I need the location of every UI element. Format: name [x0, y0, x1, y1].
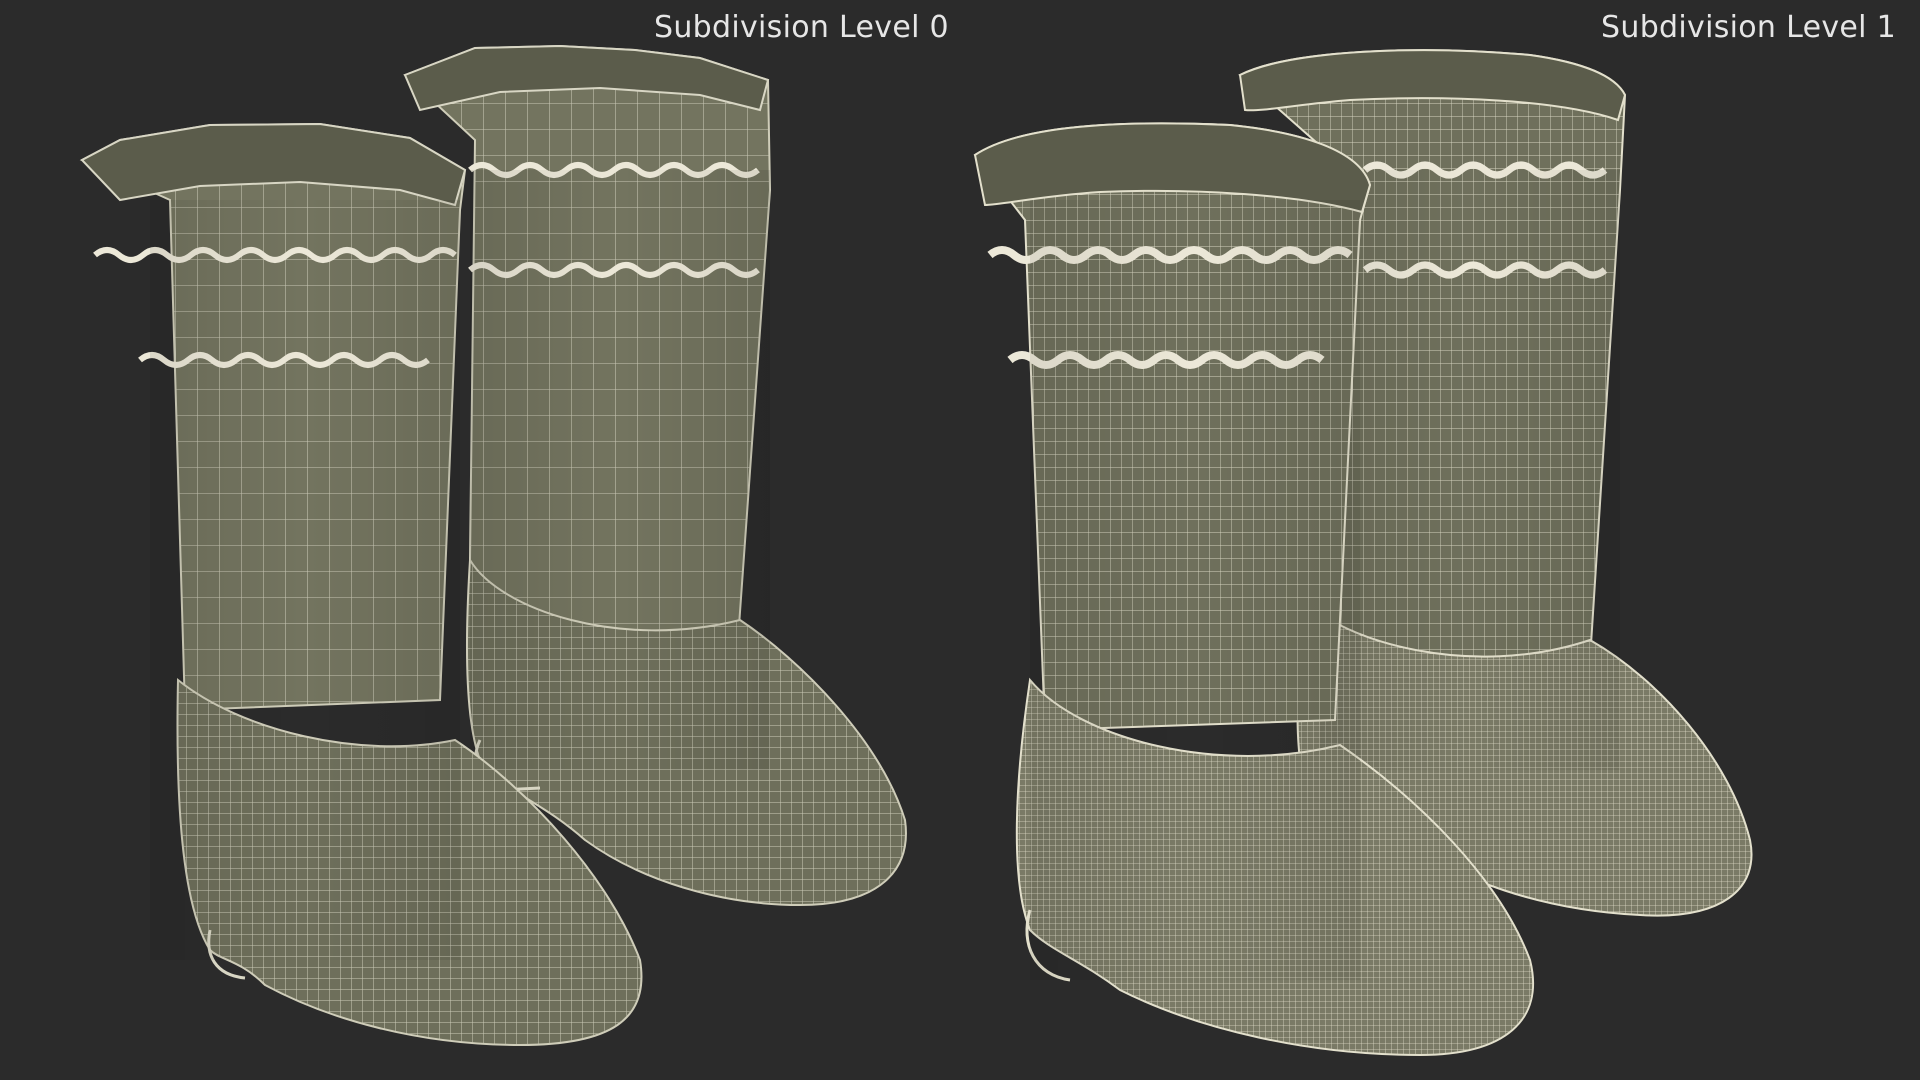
boot-pair-level-0 — [79, 44, 907, 1047]
subdivision-level-0-label: Subdivision Level 0 — [654, 10, 949, 45]
boot-pair-level-1 — [973, 49, 1753, 1057]
wireframe-render — [79, 44, 1753, 1057]
subdivision-level-1-label: Subdivision Level 1 — [1601, 10, 1896, 45]
render-viewport: Subdivision Level 0 Subdivision Level 1 — [0, 0, 1920, 1080]
